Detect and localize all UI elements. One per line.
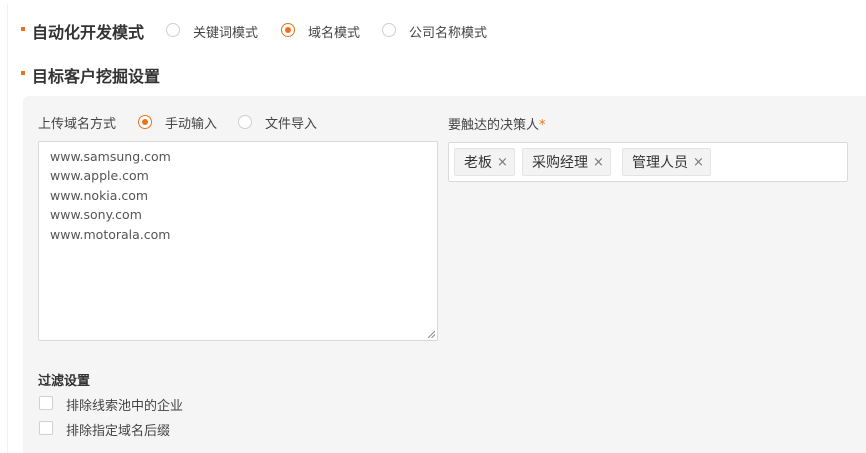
upload-method-label: 上传域名方式 [38,117,117,132]
required-mark: * [539,118,546,133]
dev-mode-title: 自动化开发模式 [32,23,145,42]
radio-company-name-mode[interactable] [382,23,396,37]
radio-domain-mode-label[interactable]: 域名模式 [308,22,360,41]
decision-makers-label-text: 要触达的决策人 [448,118,540,133]
tag-management: 管理人员 × [622,148,711,176]
radio-manual-input-label[interactable]: 手动输入 [165,113,217,132]
checkbox-exclude-lead-pool[interactable] [39,396,53,410]
domain-line: www.sony.com [50,207,142,222]
domain-line: www.samsung.com [50,149,171,164]
section-marker [21,27,25,31]
tag-label: 采购经理 [532,155,588,171]
checkbox-exclude-lead-pool-label[interactable]: 排除线索池中的企业 [66,395,183,414]
radio-company-name-mode-label[interactable]: 公司名称模式 [409,22,487,41]
radio-domain-mode[interactable] [281,23,295,37]
radio-file-import-label[interactable]: 文件导入 [265,113,317,132]
filter-settings-title: 过滤设置 [38,374,91,389]
radio-keyword-mode[interactable] [166,23,180,37]
checkbox-exclude-domain-suffix[interactable] [39,421,53,435]
radio-keyword-mode-label[interactable]: 关键词模式 [193,22,258,41]
close-icon[interactable]: × [693,155,704,170]
domain-line: www.apple.com [50,168,149,183]
decision-makers-select[interactable]: 老板 × 采购经理 × 管理人员 × [448,142,848,182]
resize-grip-icon[interactable] [427,330,435,338]
domain-line: www.nokia.com [50,188,149,203]
tag-boss: 老板 × [454,148,515,176]
tag-label: 管理人员 [632,155,688,171]
tag-purchasing-manager: 采购经理 × [522,148,611,176]
radio-manual-input[interactable] [138,115,152,129]
decision-makers-label: 要触达的决策人* [448,114,546,133]
domain-textarea[interactable]: www.samsung.com www.apple.com www.nokia.… [38,141,438,341]
mining-settings-title: 目标客户挖掘设置 [32,67,161,86]
section-marker [21,71,25,75]
close-icon[interactable]: × [497,155,508,170]
close-icon[interactable]: × [593,155,604,170]
radio-file-import[interactable] [238,115,252,129]
checkbox-exclude-domain-suffix-label[interactable]: 排除指定域名后缀 [66,420,170,439]
domain-line: www.motorala.com [50,227,171,242]
tag-label: 老板 [464,155,492,171]
